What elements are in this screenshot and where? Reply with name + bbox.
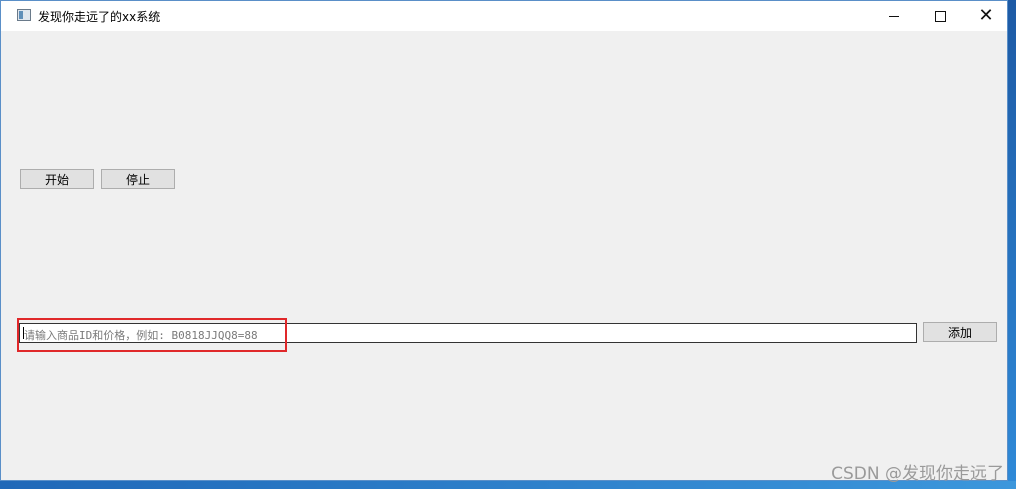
app-window: 发现你走远了的xx系统 ✕ 开始 停止 请输入商品ID和价格，例如: B0818… [0, 0, 1008, 481]
maximize-icon [934, 10, 946, 22]
start-button[interactable]: 开始 [20, 169, 94, 189]
desktop-background [1008, 0, 1016, 489]
window-title: 发现你走远了的xx系统 [38, 10, 161, 24]
close-icon: ✕ [978, 5, 994, 26]
title-bar[interactable]: 发现你走远了的xx系统 ✕ [1, 1, 1007, 31]
close-button[interactable]: ✕ [963, 1, 1009, 31]
app-icon [17, 9, 31, 21]
add-button[interactable]: 添加 [923, 322, 997, 342]
minimize-icon [889, 15, 899, 17]
annotation-highlight-box [17, 318, 287, 352]
minimize-button[interactable] [871, 1, 917, 31]
stop-button[interactable]: 停止 [101, 169, 175, 189]
maximize-button[interactable] [917, 1, 963, 31]
watermark: CSDN @发现你走远了 [831, 464, 1004, 484]
